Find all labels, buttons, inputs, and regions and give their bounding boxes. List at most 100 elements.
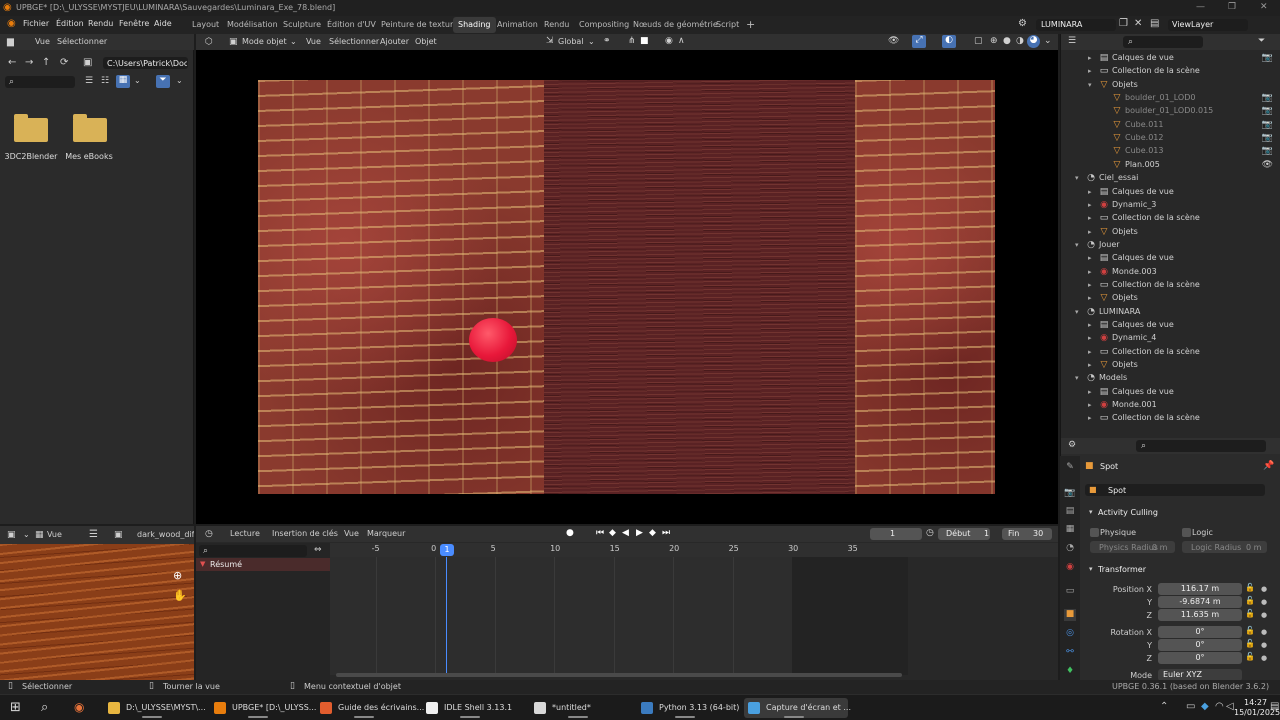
chevron-right-icon[interactable]: ▸ xyxy=(1088,294,1092,302)
editor-type-icon[interactable]: ▆ xyxy=(7,37,14,47)
chevron-right-icon[interactable]: ▸ xyxy=(1088,348,1092,356)
material-shading-icon[interactable]: ◑ xyxy=(1016,36,1024,46)
solid-shading-icon[interactable]: ● xyxy=(1003,36,1011,46)
shading-options-icon[interactable]: ⌄ xyxy=(1044,36,1052,46)
menu-file[interactable]: Fichier xyxy=(23,19,49,28)
outliner-row[interactable]: ▸ ◉ Monde.001 xyxy=(1061,399,1280,412)
snap-icon[interactable]: ⋔ xyxy=(628,36,636,46)
xray-icon[interactable]: ▢ xyxy=(974,36,983,46)
keyframe-icon[interactable]: ● xyxy=(1261,654,1267,662)
rotation-z-field[interactable]: 0° xyxy=(1158,652,1242,664)
chevron-right-icon[interactable]: ▸ xyxy=(1088,188,1092,196)
visibility-icon[interactable]: 👁 xyxy=(888,36,899,46)
swap-icon[interactable]: ⇔ xyxy=(314,545,322,555)
delete-scene-icon[interactable]: ✕ xyxy=(1134,18,1142,29)
proportional-edit-icon[interactable]: ◉ xyxy=(665,36,673,46)
timeline-scrollbar[interactable] xyxy=(336,673,902,677)
close-icon[interactable]: ✕ xyxy=(1260,2,1268,12)
outliner-row[interactable]: ▸ ◉ Dynamic_4 xyxy=(1061,332,1280,345)
editor-type-icon[interactable]: ⬡ xyxy=(205,37,213,47)
lock-icon[interactable]: 🔓 xyxy=(1245,583,1255,592)
menu-view[interactable]: Vue xyxy=(47,530,62,539)
outliner-row[interactable]: ▸ ▭ Collection de la scène xyxy=(1061,65,1280,78)
outliner-row[interactable]: ▽ boulder_01_LOD0 📷 xyxy=(1061,92,1280,105)
jump-start-icon[interactable]: ⏮ xyxy=(596,528,604,538)
zoom-icon[interactable]: ⊕ xyxy=(173,569,182,582)
play-icon[interactable]: ▶ xyxy=(636,528,643,538)
menu-object[interactable]: Objet xyxy=(415,37,437,46)
object-tab-icon[interactable]: ■ xyxy=(1064,609,1076,621)
menu-marker[interactable]: Marqueur xyxy=(367,529,405,538)
windows-start-icon[interactable]: ⊞ xyxy=(10,700,21,715)
camera-icon[interactable]: 📷 xyxy=(1262,120,1273,130)
editor-type-icon[interactable]: ◷ xyxy=(205,529,213,539)
folder-icon[interactable] xyxy=(14,114,48,142)
back-icon[interactable]: ← xyxy=(8,57,16,68)
mode-selector[interactable]: Mode objet xyxy=(242,37,287,46)
wood-texture-image[interactable] xyxy=(0,544,194,680)
keyframe-icon[interactable]: ● xyxy=(1261,641,1267,649)
next-keyframe-icon[interactable]: ◆ xyxy=(649,528,656,538)
constraints-tab-icon[interactable]: ⚯ xyxy=(1064,647,1076,659)
chevron-right-icon[interactable]: ▸ xyxy=(1088,67,1092,75)
chevron-right-icon[interactable]: ▸ xyxy=(1088,414,1092,422)
timeline-search-input[interactable] xyxy=(199,545,307,557)
wireframe-shading-icon[interactable]: ⊕ xyxy=(990,36,998,46)
render-tab-icon[interactable]: 📷 xyxy=(1064,488,1076,500)
prev-keyframe-icon[interactable]: ◆ xyxy=(609,528,616,538)
keyframe-icon[interactable]: ● xyxy=(1261,598,1267,606)
outliner-row[interactable]: ▸ ▽ Objets xyxy=(1061,359,1280,372)
chevron-right-icon[interactable]: ▸ xyxy=(1088,321,1092,329)
position-x-field[interactable]: 116.17 m xyxy=(1158,583,1242,595)
chevron-right-icon[interactable]: ▸ xyxy=(1088,54,1092,62)
record-icon[interactable]: ● xyxy=(566,528,574,538)
outliner-row[interactable]: ▸ ▤ Calques de vue xyxy=(1061,386,1280,399)
tab-compositing[interactable]: Compositing xyxy=(574,17,634,33)
tab-texture-paint[interactable]: Peinture de texture xyxy=(376,17,463,33)
notifications-icon[interactable]: ▤ xyxy=(1270,701,1279,712)
forward-icon[interactable]: → xyxy=(25,57,33,68)
tab-rendering[interactable]: Rendu xyxy=(539,17,574,33)
keyframe-icon[interactable]: ● xyxy=(1261,585,1267,593)
keyframe-icon[interactable]: ● xyxy=(1261,611,1267,619)
filter-search-input[interactable] xyxy=(5,76,75,88)
chevron-down-icon[interactable]: ▾ xyxy=(1075,308,1079,316)
hamburger-icon[interactable]: ☰ xyxy=(89,529,98,540)
taskbar-app[interactable]: *untitled* xyxy=(530,698,630,718)
blender-menu-icon[interactable]: ◉ xyxy=(7,18,16,29)
new-scene-icon[interactable]: ❐ xyxy=(1119,18,1128,29)
menu-select[interactable]: Sélectionner xyxy=(329,37,379,46)
physics-tab-icon[interactable]: ◎ xyxy=(1064,628,1076,640)
play-reverse-icon[interactable]: ◀ xyxy=(622,528,629,538)
taskbar-app[interactable]: Python 3.13 (64-bit) xyxy=(637,698,739,718)
red-sphere[interactable] xyxy=(469,318,517,362)
scene-tab-icon[interactable]: ◔ xyxy=(1064,543,1076,555)
taskbar-app[interactable]: Capture d'écran et ... xyxy=(744,698,851,718)
outliner-row[interactable]: ▸ ▭ Collection de la scène xyxy=(1061,346,1280,359)
taskbar-app[interactable]: Guide des écrivains... xyxy=(316,698,424,718)
chevron-right-icon[interactable]: ▸ xyxy=(1088,201,1092,209)
chevron-right-icon[interactable]: ▸ xyxy=(1088,281,1092,289)
orientation-selector[interactable]: Global xyxy=(558,37,584,46)
panel-activity-culling[interactable]: Activity Culling xyxy=(1098,508,1158,517)
filter-icon[interactable]: ⏷ xyxy=(1258,36,1265,46)
snap-target-icon[interactable]: ■ xyxy=(640,36,649,46)
chevron-up-icon[interactable]: ⌃ xyxy=(1160,701,1168,712)
editor-type-icon[interactable]: ☰ xyxy=(1068,36,1076,46)
camera-icon[interactable]: 📷 xyxy=(1262,133,1273,143)
outliner-row[interactable]: ▸ ▤ Calques de vue 📷 xyxy=(1061,52,1280,65)
outliner-row[interactable]: ▽ Plan.005 👁 xyxy=(1061,159,1280,172)
tab-scripting[interactable]: Script xyxy=(711,17,744,33)
search-icon[interactable]: ⌕ xyxy=(41,700,48,715)
wifi-icon[interactable]: ◠ xyxy=(1215,701,1224,712)
refresh-icon[interactable]: ⟳ xyxy=(60,57,68,68)
outliner-row[interactable]: ▸ ▽ Objets xyxy=(1061,292,1280,305)
new-folder-icon[interactable]: ▣ xyxy=(83,57,92,68)
tab-animation[interactable]: Animation xyxy=(492,17,543,33)
outliner-row[interactable]: ▸ ▭ Collection de la scène xyxy=(1061,279,1280,292)
menu-view[interactable]: Vue xyxy=(35,37,50,46)
network-icon[interactable]: ◆ xyxy=(1201,701,1209,712)
menu-add[interactable]: Ajouter xyxy=(380,37,409,46)
tab-sculpting[interactable]: Sculpture xyxy=(278,17,326,33)
image-name[interactable]: dark_wood_diff_1 xyxy=(137,530,194,539)
